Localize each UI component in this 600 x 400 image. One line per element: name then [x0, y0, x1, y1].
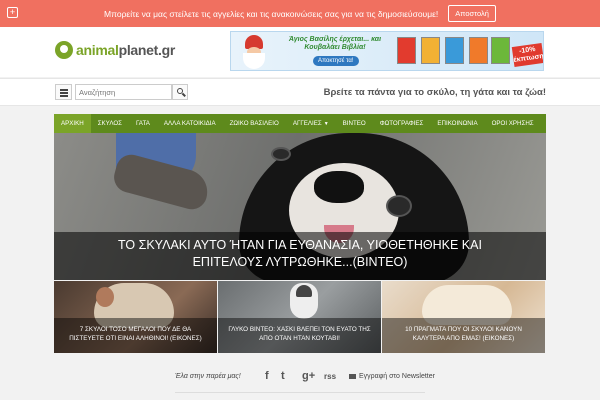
- main-nav: ΑΡΧΙΚΗ ΣΚΥΛΟΣ ΓΑΤΑ ΑΛΛΑ ΚΑΤΟΙΚΙΔΙΑ ΖΩΙΚΟ…: [54, 114, 546, 133]
- hamburger-icon[interactable]: [55, 84, 72, 100]
- search-row: Βρείτε τα πάντα για το σκύλο, τη γάτα κα…: [0, 78, 600, 106]
- send-button[interactable]: Αποστολή: [448, 5, 496, 22]
- nav-item-classifieds[interactable]: ΑΓΓΕΛΙΕΣ ▼: [286, 114, 336, 133]
- article-card[interactable]: 10 ΠΡΑΓΜΑΤΑ ΠΟΥ ΟΙ ΣΚΥΛΟΙ ΚΑΝΟΥΝ ΚΑΛΥΤΕΡ…: [382, 281, 545, 353]
- join-us-label: Έλα στην παρέα μας!: [175, 373, 241, 380]
- nav-item-video[interactable]: ΒΙΝΤΕΟ: [336, 114, 373, 133]
- googleplus-icon[interactable]: g+: [302, 370, 315, 382]
- book-cover: [445, 37, 464, 64]
- featured-article[interactable]: ΤΟ ΣΚΥΛΑΚΙ ΑΥΤΟ ΉΤΑΝ ΓΙΑ ΕΥΘΑΝΑΣΙΑ, ΥΙΟΘ…: [54, 133, 546, 280]
- newsletter-link[interactable]: Εγγραφή στο Newsletter: [349, 373, 435, 380]
- social-bar: Έλα στην παρέα μας! f t g+ rss Εγγραφή σ…: [0, 360, 600, 400]
- twitter-icon[interactable]: t: [281, 370, 285, 382]
- chevron-down-icon: ▼: [323, 121, 329, 127]
- article-headline[interactable]: 7 ΣΚΥΛΟΙ ΤΟΣΟ ΜΕΓΑΛΟΙ ΠΟΥ ΔΕ ΘΑ ΠΙΣΤΕΥΕΤ…: [54, 325, 217, 343]
- featured-headline[interactable]: ΤΟ ΣΚΥΛΑΚΙ ΑΥΤΟ ΉΤΑΝ ΓΙΑ ΕΥΘΑΝΑΣΙΑ, ΥΙΟΘ…: [54, 237, 546, 271]
- notification-bar: + Μπορείτε να μας στείλετε τις αγγελίες …: [0, 0, 600, 27]
- book-cover: [421, 37, 440, 64]
- discount-badge: -10% έκπτωση: [511, 43, 543, 67]
- divider: [175, 392, 425, 393]
- plus-square-icon[interactable]: +: [7, 7, 18, 18]
- book-cover: [397, 37, 416, 64]
- banner-title: Άγιος Βασίλης έρχεται... και Κουβαλάει Β…: [288, 36, 382, 51]
- nav-item-contact[interactable]: ΕΠΙΚΟΙΝΩΝΙΑ: [430, 114, 484, 133]
- article-card[interactable]: 7 ΣΚΥΛΟΙ ΤΟΣΟ ΜΕΓΑΛΟΙ ΠΟΥ ΔΕ ΘΑ ΠΙΣΤΕΥΕΤ…: [54, 281, 217, 353]
- notification-message: Μπορείτε να μας στείλετε τις αγγελίες κα…: [104, 8, 439, 19]
- book-cover: [491, 37, 510, 64]
- nav-item-other-pets[interactable]: ΑΛΛΑ ΚΑΤΟΙΚΙΔΙΑ: [157, 114, 223, 133]
- nav-item-label: ΑΓΓΕΛΙΕΣ: [292, 120, 322, 127]
- search-input[interactable]: [75, 84, 172, 100]
- article-headline[interactable]: 10 ΠΡΑΓΜΑΤΑ ΠΟΥ ΟΙ ΣΚΥΛΟΙ ΚΑΝΟΥΝ ΚΑΛΥΤΕΡ…: [382, 325, 545, 343]
- site-logo[interactable]: animalplanet.gr: [55, 41, 175, 59]
- nav-item-home[interactable]: ΑΡΧΙΚΗ: [54, 114, 91, 133]
- nav-item-photos[interactable]: ΦΩΤΟΓΡΑΦΙΕΣ: [373, 114, 431, 133]
- nav-item-cat[interactable]: ΓΑΤΑ: [129, 114, 157, 133]
- magnifier-icon[interactable]: [172, 84, 188, 100]
- newsletter-label: Εγγραφή στο Newsletter: [359, 373, 435, 380]
- promo-banner[interactable]: Άγιος Βασίλης έρχεται... και Κουβαλάει Β…: [230, 31, 544, 71]
- envelope-icon: [349, 373, 356, 379]
- rss-icon[interactable]: rss: [324, 372, 336, 381]
- nav-item-dog[interactable]: ΣΚΥΛΟΣ: [91, 114, 129, 133]
- nav-item-terms[interactable]: ΟΡΟΙ ΧΡΗΣΗΣ: [485, 114, 541, 133]
- globe-leaf-icon: [55, 41, 73, 59]
- article-card[interactable]: ΓΛΥΚΟ ΒΙΝΤΕΟ: ΧΑΣΚΙ ΒΛΕΠΕΙ ΤΟΝ ΕΥΑΤΟ ΤΗΣ…: [218, 281, 381, 353]
- site-tagline: Βρείτε τα πάντα για το σκύλο, τη γάτα κα…: [323, 87, 546, 98]
- nav-item-animal-kingdom[interactable]: ΖΩΙΚΟ ΒΑΣΙΛΕΙΟ: [223, 114, 286, 133]
- logo-text: animalplanet.gr: [76, 42, 175, 58]
- santa-illustration: [239, 35, 269, 69]
- facebook-icon[interactable]: f: [265, 370, 269, 382]
- book-cover: [469, 37, 488, 64]
- article-headline[interactable]: ΓΛΥΚΟ ΒΙΝΤΕΟ: ΧΑΣΚΙ ΒΛΕΠΕΙ ΤΟΝ ΕΥΑΤΟ ΤΗΣ…: [218, 325, 381, 343]
- banner-cta-button[interactable]: Αποκτησέ τα!: [313, 56, 359, 66]
